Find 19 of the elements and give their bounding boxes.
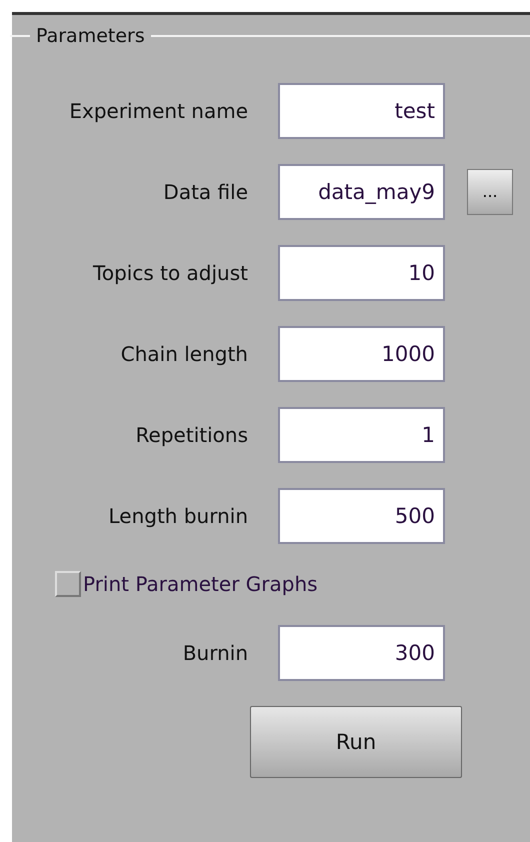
input-field[interactable]: 1000 [278, 326, 445, 382]
input-field[interactable]: 300 [278, 624, 445, 680]
panel-title: Parameters [35, 25, 146, 47]
input-field[interactable]: 1 [278, 406, 445, 462]
field-label: Repetitions [134, 422, 249, 448]
input-field[interactable]: data_may9 [278, 164, 445, 220]
field-label: Experiment name [68, 98, 249, 124]
run-button[interactable]: Run [250, 706, 462, 778]
field-label: Data file [162, 178, 249, 204]
checkbox[interactable] [55, 571, 81, 597]
field-label: Burnin [182, 640, 249, 666]
field-label: Length burnin [108, 502, 249, 528]
field-label: Topics to adjust [92, 260, 249, 286]
browse-button[interactable]: ... [467, 168, 513, 214]
input-field[interactable]: test [278, 82, 445, 138]
input-field[interactable]: 500 [278, 488, 445, 544]
checkbox-label[interactable]: Print Parameter Graphs [83, 572, 318, 596]
field-label: Chain length [120, 340, 249, 366]
input-field[interactable]: 10 [278, 244, 445, 300]
